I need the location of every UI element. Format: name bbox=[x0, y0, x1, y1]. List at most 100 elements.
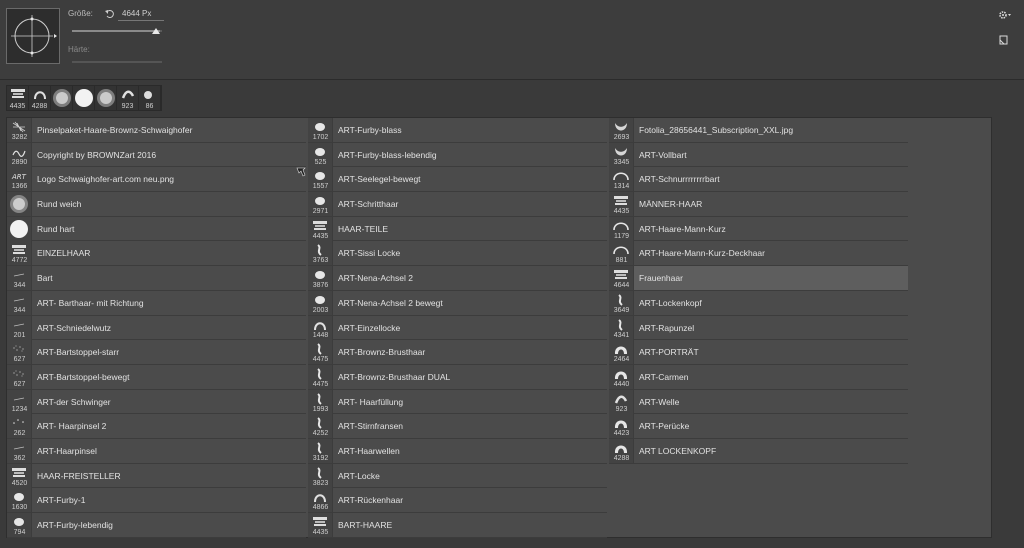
brush-preset-item[interactable]: 923 ART-Welle bbox=[609, 389, 908, 415]
brush-preset-item[interactable]: 3345 ART-Vollbart bbox=[609, 142, 908, 168]
brush-size-count: 4475 bbox=[312, 380, 329, 388]
gear-icon[interactable] bbox=[998, 9, 1012, 21]
brush-thumbnail bbox=[7, 192, 32, 217]
brush-preset-item[interactable]: 3649 ART-Lockenkopf bbox=[609, 290, 908, 316]
brush-angle-preview[interactable] bbox=[6, 8, 60, 64]
brush-preset-item[interactable]: 4644 Frauenhaar bbox=[609, 266, 908, 291]
brush-preset-item[interactable]: 3192 ART-Haarwellen bbox=[308, 438, 607, 464]
brush-thumbnail: 3823 bbox=[308, 463, 333, 488]
soft-round-icon bbox=[9, 194, 28, 214]
brush-preset-item[interactable]: Rund weich bbox=[7, 192, 306, 217]
blob-icon bbox=[312, 169, 328, 181]
brush-size-count: 1630 bbox=[11, 504, 28, 512]
brush-preset-item[interactable]: 4440 ART-Carmen bbox=[609, 364, 908, 390]
size-value[interactable]: 4644 Px bbox=[122, 9, 151, 18]
brush-preset-item[interactable]: 4475 ART-Brownz-Brusthaar DUAL bbox=[308, 364, 607, 390]
brush-preset-item[interactable]: 344 Bart bbox=[7, 266, 306, 291]
recent-brushes-bar: 4435 4288 923 86 bbox=[6, 85, 162, 111]
brush-preset-item[interactable]: 1630 ART-Furby-1 bbox=[7, 488, 306, 513]
brush-preset-item[interactable]: 2693 Fotolia_28656441_Subscription_XXL.jp… bbox=[609, 118, 908, 143]
brush-preset-item[interactable]: 1557 ART-Seelegel-bewegt bbox=[308, 167, 607, 193]
recent-brush[interactable] bbox=[73, 86, 95, 110]
brush-thumbnail: 881 bbox=[609, 241, 634, 266]
brush-preset-name: BART-HAARE bbox=[338, 520, 393, 530]
brush-preset-item[interactable]: 1702 ART-Furby-blass bbox=[308, 118, 607, 143]
brush-preset-item[interactable]: 3282 Pinselpaket-Haare-Brownz-Schwaighofe… bbox=[7, 118, 306, 143]
brush-thumbnail: 1630 bbox=[7, 488, 32, 513]
brush-size-count: 3763 bbox=[312, 257, 329, 265]
brush-size-count: 1702 bbox=[312, 134, 329, 141]
brush-preset-item[interactable]: 3763 ART-Sissi Locke bbox=[308, 241, 607, 267]
brush-size-count: 3192 bbox=[312, 454, 329, 462]
brush-preset-name: ART-Perücke bbox=[639, 421, 690, 432]
brush-preset-item[interactable]: ART 1366 Logo Schwaighofer-art.com neu.png bbox=[7, 167, 306, 193]
brush-preset-item[interactable]: 3876 ART-Nena-Achsel 2 bbox=[308, 266, 607, 291]
brush-preset-item[interactable]: 1179 ART-Haare-Mann-Kurz bbox=[609, 216, 908, 242]
recent-brush[interactable]: 4288 bbox=[29, 86, 51, 110]
brush-preset-item[interactable]: 4520 HAAR-FREISTELLER bbox=[7, 463, 306, 489]
reset-size-icon[interactable] bbox=[104, 8, 116, 20]
brush-thumbnail: 627 bbox=[7, 340, 32, 365]
brush-preset-item[interactable]: 794 ART-Furby-lebendig bbox=[7, 513, 306, 538]
size-slider-thumb[interactable] bbox=[152, 28, 161, 34]
new-preset-icon[interactable] bbox=[998, 34, 1010, 46]
brush-preset-item[interactable]: 2464 ART-PORTRÄT bbox=[609, 340, 908, 365]
brush-preset-item[interactable]: 881 ART-Haare-Mann-Kurz-Deckhaar bbox=[609, 241, 908, 267]
brush-thumbnail: 4288 bbox=[609, 438, 634, 463]
brush-preset-name: ART-Brownz-Brusthaar DUAL bbox=[338, 371, 451, 382]
brush-size-count: 2003 bbox=[312, 306, 329, 314]
brush-preset-name: Logo Schwaighofer-art.com neu.png bbox=[37, 174, 175, 185]
brush-preset-item[interactable]: 362 ART-Haarpinsel bbox=[7, 438, 306, 464]
brush-preset-item[interactable]: 525 ART-Furby-blass-lebendig bbox=[308, 142, 607, 168]
brush-preset-item[interactable]: 2971 ART-Schritthaar bbox=[308, 192, 607, 217]
scribble-icon bbox=[11, 145, 27, 157]
brush-preset-name: Frauenhaar bbox=[639, 273, 683, 284]
brush-size-count: 627 bbox=[13, 380, 26, 388]
brush-preset-item[interactable]: 1448 ART-Einzellocke bbox=[308, 315, 607, 341]
brush-preset-item[interactable]: 1234 ART-der Schwinger bbox=[7, 389, 306, 415]
recent-brush[interactable]: 4435 bbox=[7, 86, 29, 110]
brush-thumbnail: 1557 bbox=[308, 167, 333, 192]
brush-preset-item[interactable]: 627 ART-Bartstoppel-bewegt bbox=[7, 364, 306, 390]
recent-brush[interactable] bbox=[51, 86, 73, 110]
brush-preset-item[interactable]: 4423 ART-Perücke bbox=[609, 414, 908, 439]
brush-preset-item[interactable]: 1993 ART- Haarfüllung bbox=[308, 389, 607, 415]
hardness-label: Härte: bbox=[68, 45, 90, 54]
size-slider[interactable] bbox=[72, 30, 162, 32]
brush-preset-item[interactable]: 4475 ART-Brownz-Brusthaar bbox=[308, 340, 607, 365]
brush-preset-name: ART- Haarfüllung bbox=[338, 396, 404, 407]
brush-preset-item[interactable]: 344 ART- Barthaar- mit Richtung bbox=[7, 290, 306, 316]
brush-preset-item[interactable]: Rund hart bbox=[7, 216, 306, 242]
mouse-cursor-icon bbox=[296, 167, 306, 177]
arc-icon bbox=[613, 219, 629, 231]
brush-preset-item[interactable]: 4866 ART-Rückenhaar bbox=[308, 488, 607, 513]
brush-preset-item[interactable]: 4288 ART LOCKENKOPF bbox=[609, 438, 908, 464]
brush-preset-item[interactable]: 4435 MÄNNER-HAAR bbox=[609, 192, 908, 217]
hardness-slider[interactable] bbox=[72, 61, 162, 63]
brush-preset-item[interactable]: 4772 EINZELHAAR bbox=[7, 241, 306, 267]
brush-preset-name: ART-Einzellocke bbox=[338, 322, 401, 333]
brush-size-count: 4252 bbox=[312, 430, 329, 438]
brush-thumbnail: 1702 bbox=[308, 118, 333, 142]
brush-preset-item[interactable]: 627 ART-Bartstoppel-starr bbox=[7, 340, 306, 365]
brush-preset-item[interactable]: 4252 ART-Stirnfransen bbox=[308, 414, 607, 439]
brush-preset-item[interactable]: 2003 ART-Nena-Achsel 2 bewegt bbox=[308, 290, 607, 316]
brush-preset-item[interactable]: 3823 ART-Locke bbox=[308, 463, 607, 489]
tuft-icon bbox=[312, 515, 328, 527]
brush-preset-item[interactable]: 1314 ART-Schnurrrrrrrrbart bbox=[609, 167, 908, 193]
brush-preset-item[interactable]: 201 ART-Schniedelwutz bbox=[7, 315, 306, 341]
brush-preset-name: ART-Nena-Achsel 2 bbox=[338, 273, 413, 284]
recent-brush[interactable] bbox=[95, 86, 117, 110]
brush-preset-name: ART-der Schwinger bbox=[37, 396, 111, 407]
brush-preset-item[interactable]: 2890 Copyright by BROWNZart 2016 bbox=[7, 142, 306, 168]
brush-preset-item[interactable]: 4341 ART-Rapunzel bbox=[609, 315, 908, 341]
brush-size-count: 4341 bbox=[613, 331, 630, 339]
brush-preset-item[interactable]: 262 ART- Haarpinsel 2 bbox=[7, 414, 306, 439]
recent-brush[interactable]: 86 bbox=[139, 86, 161, 110]
brush-thumbnail: 2464 bbox=[609, 340, 634, 365]
recent-brush[interactable]: 923 bbox=[117, 86, 139, 110]
brush-size-count: 1179 bbox=[613, 232, 630, 240]
brush-preset-item[interactable]: 4435 HAAR-TEILE bbox=[308, 216, 607, 242]
svg-text:ART: ART bbox=[11, 173, 27, 181]
brush-preset-item[interactable]: 4435 BART-HAARE bbox=[308, 513, 607, 538]
